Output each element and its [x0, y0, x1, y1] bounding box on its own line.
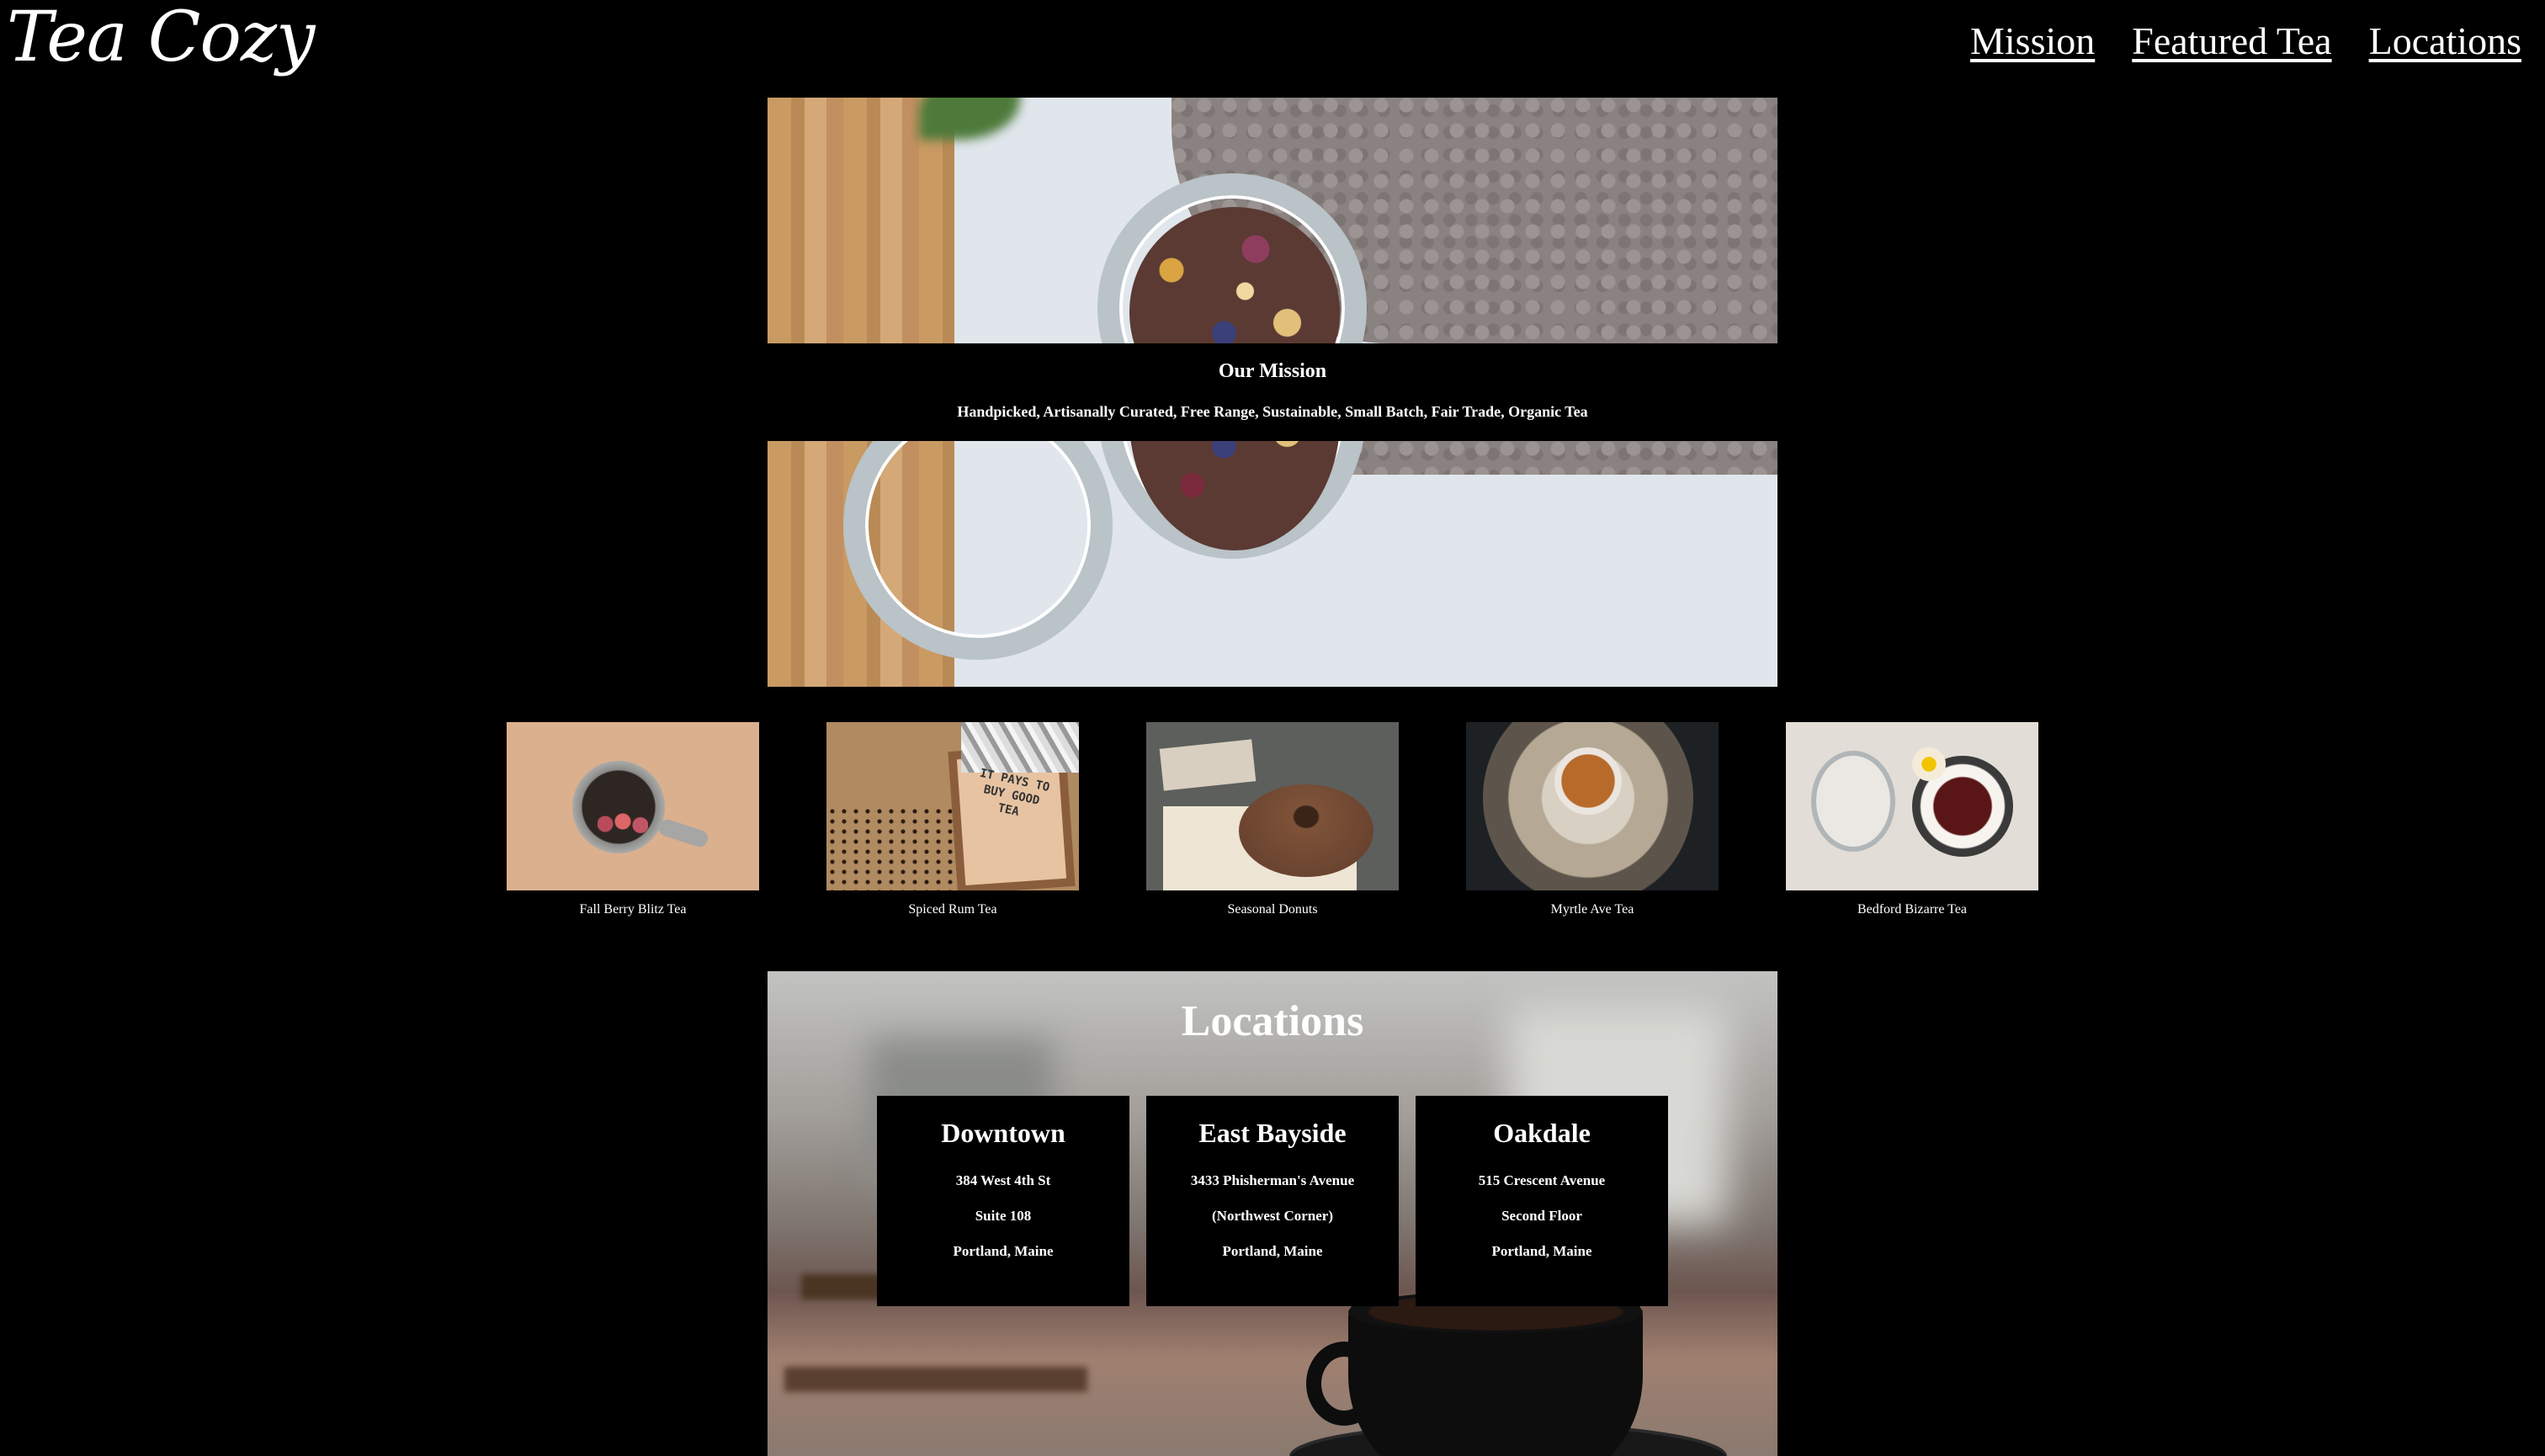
nav-link-locations[interactable]: Locations: [2369, 19, 2521, 63]
featured-image-myrtle-tea[interactable]: [1466, 722, 1719, 890]
mug-handle: [656, 817, 710, 849]
location-address-line: Second Floor: [1501, 1208, 1582, 1224]
location-name: East Bayside: [1198, 1118, 1347, 1148]
mission-subtitle: Handpicked, Artisanally Curated, Free Ra…: [957, 403, 1588, 420]
main-nav: Mission Featured Tea Locations: [1970, 19, 2521, 63]
featured-image-berry-tea[interactable]: [507, 722, 759, 890]
location-name: Downtown: [941, 1118, 1065, 1148]
featured-caption: Myrtle Ave Tea: [1550, 902, 1634, 917]
location-card-oakdale[interactable]: Oakdale 515 Crescent Avenue Second Floor…: [1416, 1096, 1668, 1306]
location-address-line: Portland, Maine: [953, 1243, 1054, 1259]
featured-image-donuts[interactable]: [1146, 722, 1399, 890]
nav-link-mission[interactable]: Mission: [1970, 19, 2095, 63]
featured-item[interactable]: Fall Berry Blitz Tea: [507, 722, 759, 917]
location-card-east-bayside[interactable]: East Bayside 3433 Phisherman's Avenue (N…: [1146, 1096, 1399, 1306]
mission-title: Our Mission: [1218, 360, 1327, 382]
locations-section: Locations Downtown 384 West 4th St Suite…: [768, 971, 1777, 1456]
featured-item[interactable]: IT PAYS TO BUY GOOD TEA Spiced Rum Tea: [826, 722, 1079, 917]
featured-caption: Spiced Rum Tea: [908, 902, 997, 917]
mission-hero-image-bottom: [768, 441, 1777, 687]
featured-item[interactable]: Bedford Bizarre Tea: [1786, 722, 2038, 917]
featured-tea-section: Fall Berry Blitz Tea IT PAYS TO BUY GOOD…: [507, 722, 2038, 924]
location-address-line: Portland, Maine: [1222, 1243, 1323, 1259]
featured-image-bedford-tea[interactable]: [1786, 722, 2038, 890]
location-address-line: Portland, Maine: [1491, 1243, 1592, 1259]
location-address-line: 384 West 4th St: [955, 1172, 1051, 1188]
location-card-downtown[interactable]: Downtown 384 West 4th St Suite 108 Portl…: [877, 1096, 1129, 1306]
mug: [572, 761, 665, 853]
location-address-line: Suite 108: [975, 1208, 1032, 1224]
featured-item[interactable]: Myrtle Ave Tea: [1466, 722, 1719, 917]
featured-caption: Bedford Bizarre Tea: [1857, 902, 1968, 917]
featured-caption: Seasonal Donuts: [1227, 902, 1318, 917]
page: Tea Cozy Mission Featured Tea Locations …: [0, 0, 2545, 1456]
location-address-line: (Northwest Corner): [1212, 1208, 1333, 1224]
mission-section: Our Mission Handpicked, Artisanally Cura…: [768, 343, 1777, 441]
menu-sign: [1159, 739, 1257, 791]
plant-leaf: [919, 98, 1020, 140]
featured-item[interactable]: Seasonal Donuts: [1146, 722, 1399, 917]
donut: [1239, 784, 1373, 877]
tea-cup: [1554, 747, 1622, 815]
mission-hero-image-top: [768, 98, 1777, 343]
location-name: Oakdale: [1493, 1118, 1591, 1148]
location-address-line: 3433 Phisherman's Avenue: [1190, 1172, 1355, 1188]
nav-link-featured-tea[interactable]: Featured Tea: [2132, 19, 2331, 63]
background-chair-rail: [784, 1367, 1087, 1392]
flower: [1912, 747, 1946, 781]
featured-caption: Fall Berry Blitz Tea: [579, 902, 687, 917]
site-logo[interactable]: Tea Cozy: [7, 3, 315, 72]
berries: [598, 811, 648, 837]
location-address-line: 515 Crescent Avenue: [1478, 1172, 1606, 1188]
locations-title: Locations: [1181, 997, 1364, 1045]
glass-teapot: [1811, 751, 1895, 852]
featured-image-spiced-rum-tea[interactable]: IT PAYS TO BUY GOOD TEA: [826, 722, 1079, 890]
